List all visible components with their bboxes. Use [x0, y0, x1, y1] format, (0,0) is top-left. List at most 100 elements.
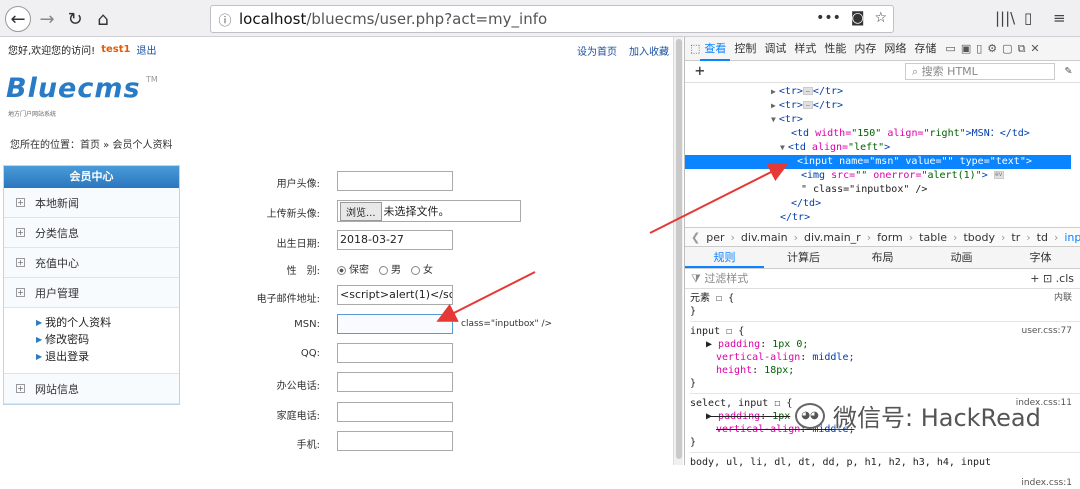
- tab-console[interactable]: 控制: [730, 37, 760, 61]
- file-upload-input[interactable]: 浏览... 未选择文件。: [337, 200, 521, 222]
- tab-memory[interactable]: 内存: [850, 37, 880, 61]
- tab-layout[interactable]: 布局: [843, 247, 922, 268]
- event-badge-icon[interactable]: ev: [993, 171, 1004, 179]
- crumb-item[interactable]: tbody: [963, 231, 995, 244]
- rule-body[interactable]: body, ul, li, dl, dt, dd, p, h1, h2, h3,…: [690, 456, 990, 469]
- library-icon[interactable]: |||\: [995, 9, 1015, 27]
- forward-arrow-icon[interactable]: →: [34, 6, 60, 32]
- rule-source[interactable]: user.css:77: [1022, 325, 1072, 338]
- qq-input[interactable]: [337, 343, 453, 363]
- gender-radio-secret[interactable]: 保密: [337, 261, 369, 276]
- eyedropper-icon[interactable]: ✎: [1065, 63, 1072, 77]
- tab-animations[interactable]: 动画: [922, 247, 1001, 268]
- tab-network[interactable]: 网络: [880, 37, 910, 61]
- crumb-left-arrow-icon[interactable]: ❮: [691, 231, 700, 244]
- tab-fonts[interactable]: 字体: [1001, 247, 1080, 268]
- sidebar-item-user-management[interactable]: + 用户管理: [4, 278, 179, 308]
- css-declaration[interactable]: height: 18px;: [690, 364, 1080, 377]
- submenu-my-profile[interactable]: ▶ 我的个人资料: [36, 314, 179, 331]
- css-declaration[interactable]: vertical-align: middle;: [690, 351, 1080, 364]
- tree-node[interactable]: ▼ <tr>: [771, 113, 803, 127]
- pseudo-class-icon[interactable]: ⊡: [1043, 272, 1052, 285]
- username-link[interactable]: test1: [101, 44, 130, 55]
- add-node-icon[interactable]: +: [695, 61, 705, 80]
- crumb-item-current[interactable]: input: [1064, 231, 1080, 244]
- page-scrollbar[interactable]: [673, 37, 683, 465]
- expand-arrow-icon[interactable]: ▶: [706, 339, 718, 350]
- crumb-item[interactable]: div.main: [741, 231, 788, 244]
- expand-arrow-icon[interactable]: ▶: [771, 101, 776, 110]
- expand-arrow-icon[interactable]: ▶: [706, 411, 718, 422]
- layout-icon[interactable]: ▭: [945, 42, 955, 55]
- crumb-item[interactable]: table: [919, 231, 947, 244]
- tab-storage[interactable]: 存储: [910, 37, 940, 61]
- close-icon[interactable]: ✕: [1030, 42, 1039, 55]
- tab-inspector[interactable]: 查看: [700, 37, 731, 61]
- html-search-input[interactable]: ⌕ 搜索 HTML: [905, 63, 1055, 80]
- sidebar-item-local-news[interactable]: + 本地新闻: [4, 188, 179, 218]
- submenu-change-password[interactable]: ▶ 修改密码: [36, 331, 179, 348]
- pocket-icon[interactable]: ◙: [851, 10, 865, 26]
- set-home-link[interactable]: 设为首页: [577, 43, 617, 58]
- collapse-arrow-icon[interactable]: ▼: [780, 143, 785, 152]
- scrollbar-thumb[interactable]: [676, 39, 682, 459]
- settings-gear-icon[interactable]: ⚙: [987, 42, 997, 55]
- popout-icon[interactable]: ⧉: [1018, 42, 1026, 56]
- reload-icon[interactable]: ↻: [62, 6, 88, 32]
- url-bar[interactable]: ⓘ localhost/bluecms/user.php?act=my_info…: [210, 5, 894, 33]
- crumb-item[interactable]: form: [877, 231, 903, 244]
- sidebar-toggle-icon[interactable]: ▯: [1024, 9, 1032, 27]
- rule-source[interactable]: 内联: [1054, 292, 1072, 305]
- responsive-icon[interactable]: ▯: [976, 42, 982, 55]
- logout-link[interactable]: 退出: [136, 42, 156, 57]
- crumb-item[interactable]: per: [706, 231, 724, 244]
- msn-input[interactable]: [337, 314, 453, 334]
- tree-node[interactable]: ▶ <tr>… </tr>: [771, 99, 843, 113]
- tree-text-node[interactable]: " class="inputbox" />: [801, 183, 927, 197]
- cls-toggle[interactable]: .cls: [1056, 272, 1074, 285]
- filter-styles-input[interactable]: ⧩ 过滤样式 + ⊡ .cls: [685, 269, 1080, 289]
- tree-node[interactable]: <td width="150" align="right">MSN：</td>: [791, 127, 1030, 141]
- add-rule-icon[interactable]: +: [1030, 272, 1039, 285]
- tree-node[interactable]: <img src="" onerror="alert(1)"> ev: [801, 169, 1004, 183]
- menu-icon[interactable]: ≡: [1053, 9, 1066, 27]
- birthday-input[interactable]: 2018-03-27: [337, 230, 453, 250]
- element-picker-icon[interactable]: ⬚: [690, 42, 700, 55]
- bookmark-star-icon[interactable]: ☆: [874, 10, 887, 26]
- info-icon[interactable]: ⓘ: [211, 10, 239, 29]
- back-arrow-icon[interactable]: ←: [5, 6, 31, 32]
- sidebar-item-site-info[interactable]: + 网站信息: [4, 374, 179, 404]
- tab-performance[interactable]: 性能: [820, 37, 850, 61]
- gender-radio-male[interactable]: 男: [379, 261, 401, 276]
- window-icon[interactable]: ▣: [961, 42, 971, 55]
- home-icon[interactable]: ⌂: [90, 6, 116, 32]
- tree-node[interactable]: ▶ <tr>… </tr>: [771, 85, 843, 99]
- tree-node[interactable]: </tr>: [780, 211, 810, 225]
- email-input[interactable]: <script>alert(1)</scrip: [337, 285, 453, 305]
- rule-input[interactable]: input ☐ {user.css:77: [690, 325, 1080, 338]
- crumb-item[interactable]: tr: [1011, 231, 1020, 244]
- home-phone-input[interactable]: [337, 402, 453, 422]
- avatar-field[interactable]: [337, 171, 453, 191]
- collapse-arrow-icon[interactable]: ▼: [771, 115, 776, 124]
- office-phone-input[interactable]: [337, 372, 453, 392]
- tree-node[interactable]: ▼ <td align="left">: [780, 141, 890, 155]
- tree-node[interactable]: </td>: [791, 197, 821, 211]
- tab-style-editor[interactable]: 样式: [790, 37, 820, 61]
- tab-rules[interactable]: 规则: [685, 247, 764, 268]
- more-dots-icon[interactable]: •••: [816, 10, 841, 26]
- tab-computed[interactable]: 计算后: [764, 247, 843, 268]
- tab-debugger[interactable]: 调试: [760, 37, 790, 61]
- crumb-item[interactable]: td: [1037, 231, 1048, 244]
- rule-source[interactable]: index.css:1: [1021, 478, 1072, 488]
- expand-arrow-icon[interactable]: ▶: [771, 87, 776, 96]
- dock-icon[interactable]: ▢: [1002, 42, 1012, 55]
- mobile-input[interactable]: [337, 431, 453, 451]
- gender-radio-female[interactable]: 女: [411, 261, 433, 276]
- sidebar-item-recharge[interactable]: + 充值中心: [4, 248, 179, 278]
- sidebar-item-classifieds[interactable]: + 分类信息: [4, 218, 179, 248]
- tree-node-selected[interactable]: <input name="msn" value="" type="text">: [685, 155, 1071, 169]
- css-declaration[interactable]: ▶ padding: 1px 0;: [690, 338, 1080, 351]
- crumb-item[interactable]: div.main_r: [804, 231, 861, 244]
- submenu-logout[interactable]: ▶ 退出登录: [36, 348, 179, 365]
